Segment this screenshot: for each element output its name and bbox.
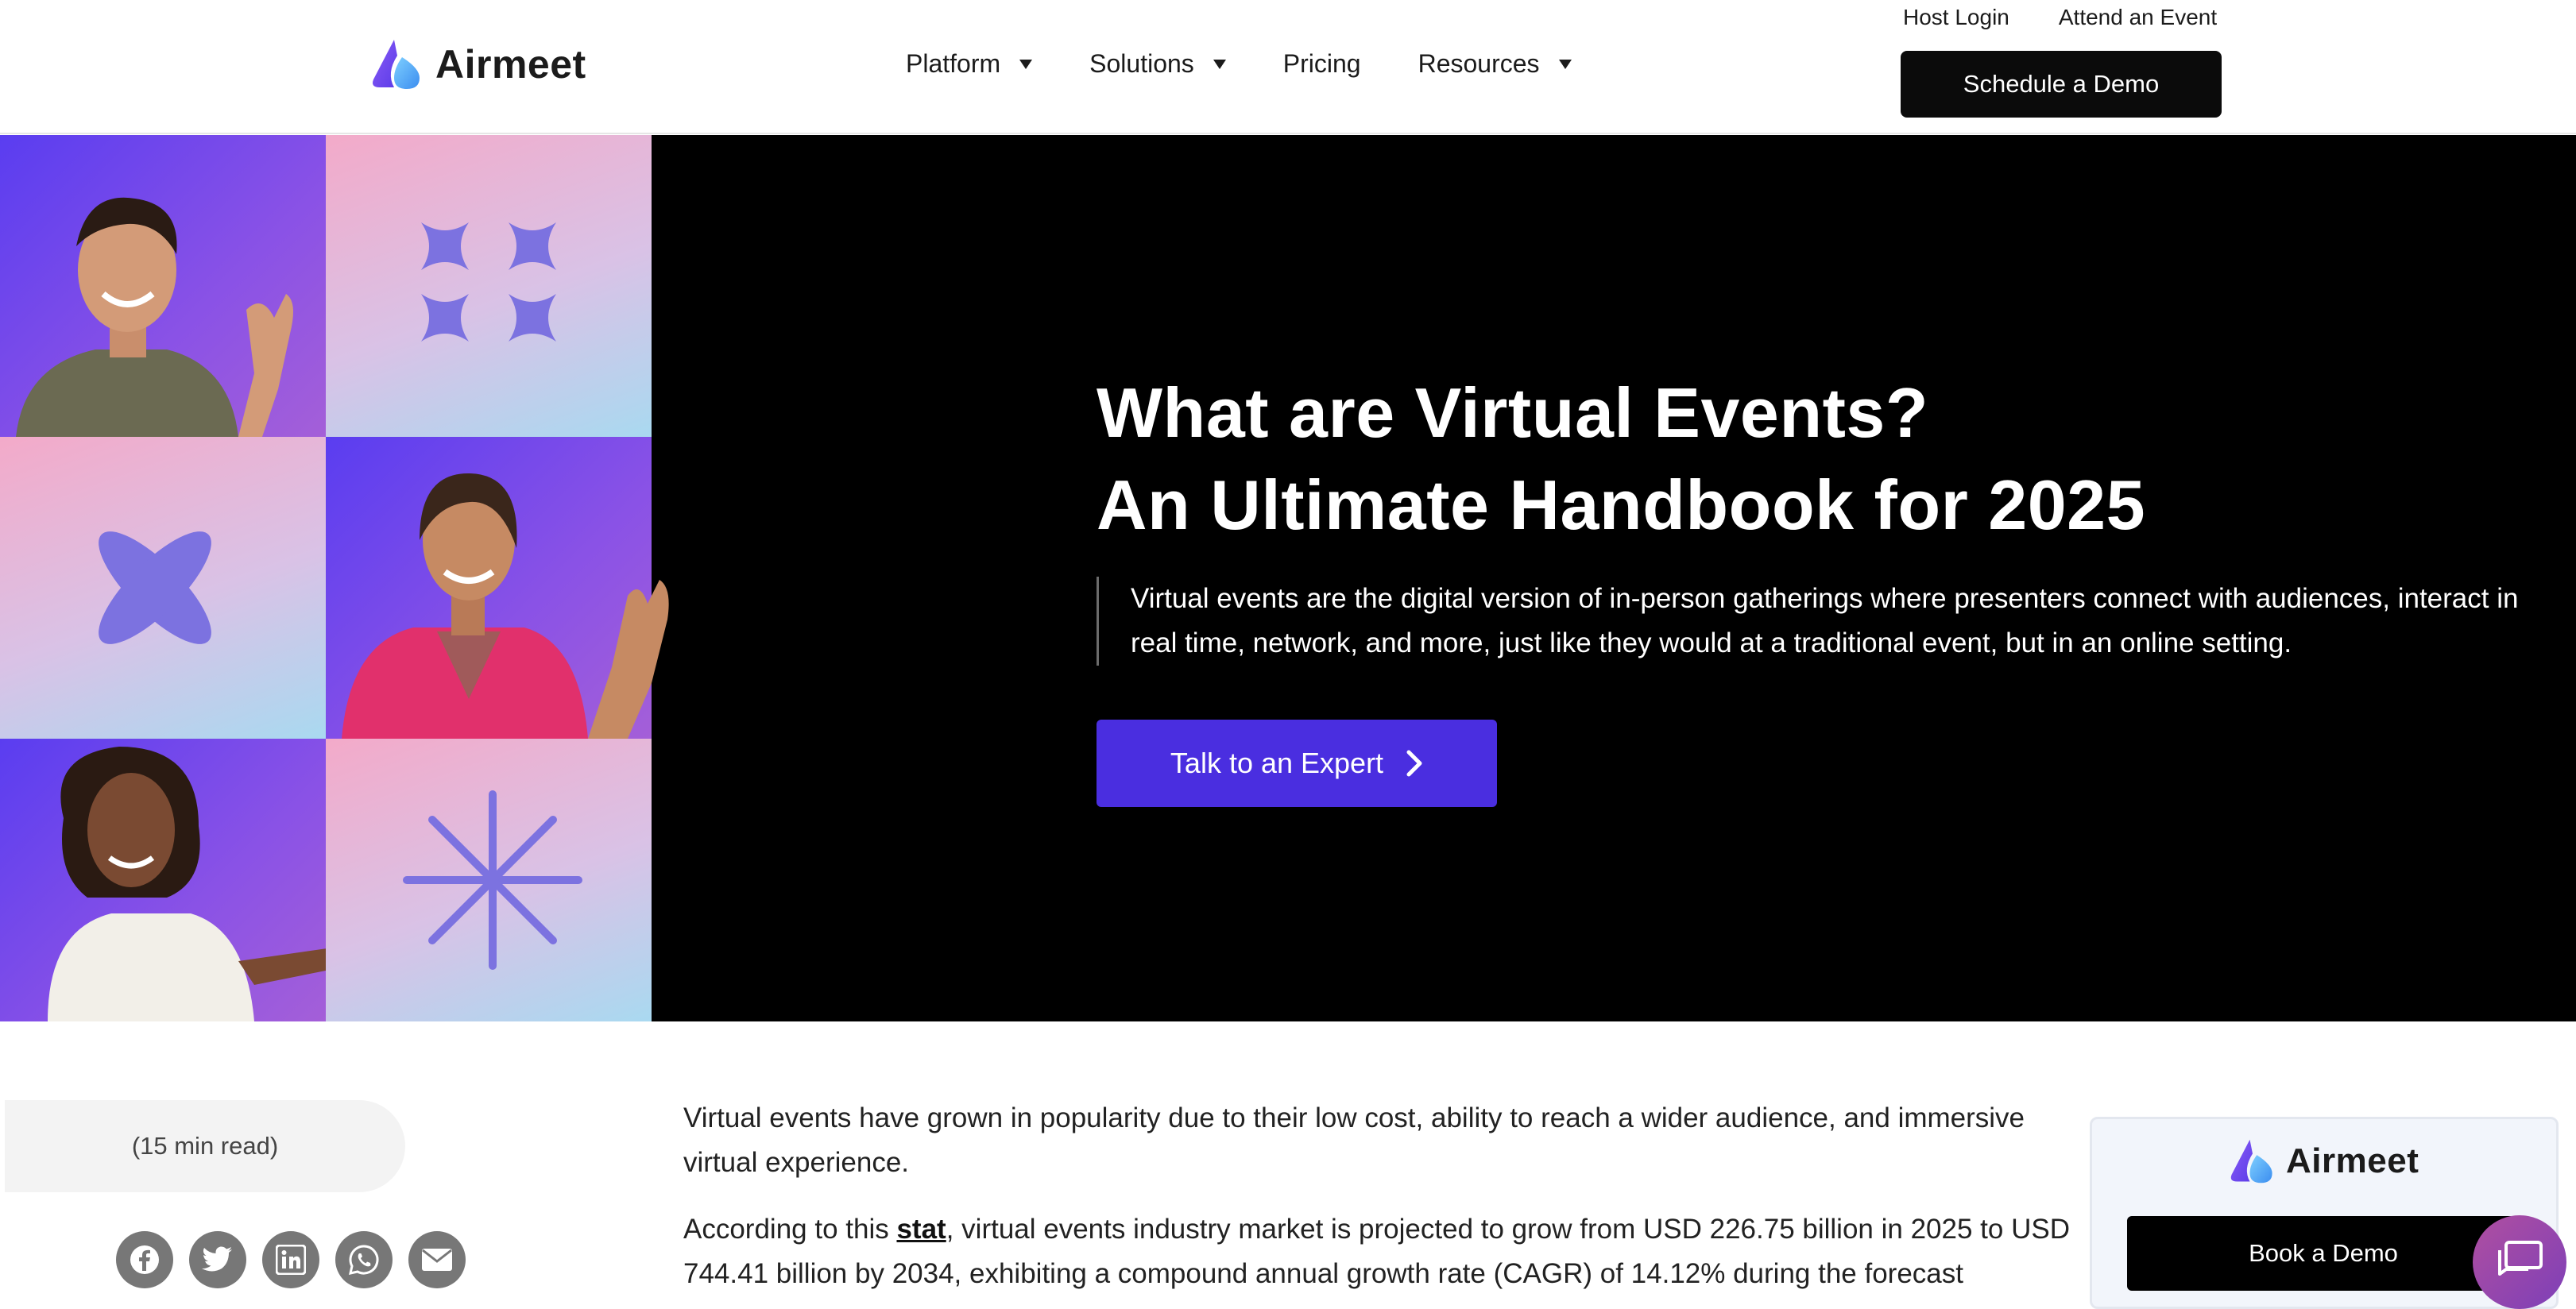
- chat-launcher-button[interactable]: [2473, 1215, 2566, 1309]
- hero-description: Virtual events are the digital version o…: [1097, 577, 2559, 666]
- article-paragraph: According to this stat, virtual events i…: [683, 1207, 2082, 1296]
- chat-icon: [2498, 1241, 2543, 1276]
- host-login-link[interactable]: Host Login: [1903, 5, 2009, 30]
- main-nav: Platform Solutions Pricing Resources: [906, 49, 1572, 79]
- collage-tile-x-shape: [0, 437, 326, 739]
- asterisk-burst-icon: [403, 790, 582, 970]
- collage-tile-person-1: [0, 135, 326, 437]
- x-shape-icon: [99, 531, 211, 644]
- nav-pricing[interactable]: Pricing: [1283, 49, 1361, 79]
- sidebar-logo: Airmeet: [2229, 1138, 2419, 1184]
- article-paragraph: Virtual events have grown in popularity …: [683, 1102, 2025, 1178]
- chevron-right-icon: [1406, 750, 1422, 777]
- twitter-icon[interactable]: [189, 1231, 246, 1288]
- airmeet-logo-icon: [2230, 1139, 2272, 1184]
- smiling-man-waving-image: [16, 197, 293, 437]
- utility-links: Host Login Attend an Event: [1903, 5, 2217, 30]
- collage-tile-person-2: [326, 437, 669, 739]
- four-sparkles-icon: [421, 222, 556, 342]
- linkedin-icon[interactable]: [262, 1231, 319, 1288]
- collage-tile-person-3: [0, 739, 413, 1021]
- facebook-icon[interactable]: [116, 1231, 173, 1288]
- sidebar-brand-name: Airmeet: [2286, 1141, 2419, 1180]
- site-header: Airmeet Platform Solutions Pricing Resou…: [0, 0, 2576, 134]
- article-body: Virtual events have grown in popularity …: [683, 1096, 2082, 1309]
- hero-image-collage: [0, 135, 669, 1021]
- title-line-2: An Ultimate Handbook for 2025: [1097, 465, 2146, 544]
- book-demo-button[interactable]: Book a Demo: [2127, 1216, 2520, 1291]
- chevron-down-icon: [1019, 59, 1033, 69]
- chevron-down-icon: [1213, 59, 1226, 69]
- nav-solutions[interactable]: Solutions: [1089, 49, 1226, 79]
- brand-name: Airmeet: [435, 42, 586, 87]
- page-title: What are Virtual Events? An Ultimate Han…: [1097, 367, 2145, 551]
- email-icon[interactable]: [408, 1231, 466, 1288]
- schedule-demo-button[interactable]: Schedule a Demo: [1901, 51, 2222, 118]
- whatsapp-icon[interactable]: [335, 1231, 393, 1288]
- nav-solutions-label: Solutions: [1089, 49, 1194, 78]
- attend-event-link[interactable]: Attend an Event: [2059, 5, 2217, 30]
- title-line-1: What are Virtual Events?: [1097, 373, 1929, 452]
- nav-pricing-label: Pricing: [1282, 49, 1361, 78]
- read-time-badge: (15 min read): [5, 1100, 405, 1192]
- hero-section: What are Virtual Events? An Ultimate Han…: [0, 135, 2576, 1021]
- talk-to-expert-label: Talk to an Expert: [1170, 747, 1384, 779]
- nav-resources-label: Resources: [1418, 49, 1540, 78]
- smiling-woman-waving-image: [342, 473, 669, 739]
- talk-to-expert-button[interactable]: Talk to an Expert: [1097, 720, 1497, 807]
- collage-tile-sparkles: [326, 135, 652, 437]
- paragraph-text: According to this: [683, 1214, 897, 1245]
- nav-resources[interactable]: Resources: [1418, 49, 1572, 79]
- airmeet-logo[interactable]: Airmeet: [370, 38, 586, 91]
- chevron-down-icon: [1558, 59, 1572, 69]
- collage-tile-asterisk: [326, 739, 652, 1021]
- nav-platform-label: Platform: [906, 49, 1001, 78]
- nav-platform[interactable]: Platform: [906, 49, 1033, 79]
- airmeet-logo-icon: [373, 40, 420, 89]
- stat-link[interactable]: stat: [896, 1214, 946, 1245]
- share-bar: [116, 1231, 466, 1288]
